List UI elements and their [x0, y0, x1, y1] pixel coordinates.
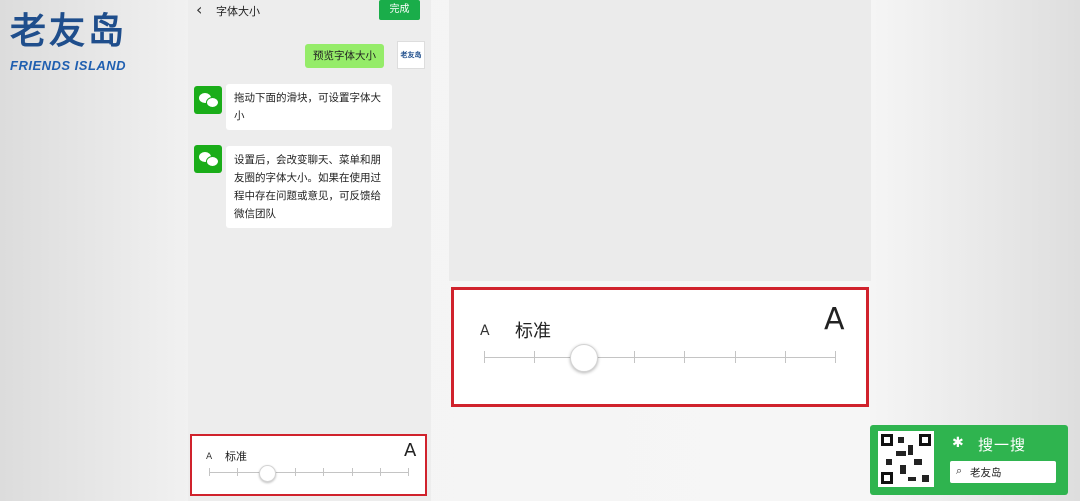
- slider-tick: [237, 468, 238, 476]
- wechat-search-card: ✱ 搜一搜 ⌕ 老友岛: [870, 425, 1068, 495]
- slider-tick: [684, 351, 685, 363]
- search-icon: ⌕: [956, 464, 963, 477]
- logo-chinese: 老友岛: [10, 11, 128, 52]
- chat-message: 设置后，会改变聊天、菜单和朋友圈的字体大小。如果在使用过程中存在问题或意见，可反…: [226, 146, 392, 228]
- slider-tick: [534, 351, 535, 363]
- logo-english: FRIENDS ISLAND: [10, 58, 127, 73]
- font-size-slider-enlarged: A 标准 A: [451, 287, 869, 407]
- top-bar: ‹ 字体大小 完成: [188, 0, 431, 22]
- slider-tick: [634, 351, 635, 363]
- qr-code: [878, 431, 934, 487]
- content-panel: [449, 0, 871, 281]
- small-font-icon: A: [206, 452, 213, 462]
- slider-tick: [380, 468, 381, 476]
- slider-thumb[interactable]: [570, 344, 598, 372]
- small-font-icon: A: [480, 323, 490, 339]
- slider-tick: [209, 468, 210, 476]
- back-arrow-icon[interactable]: ‹: [196, 0, 202, 20]
- slider-tick: [295, 468, 296, 476]
- font-size-label: 标准: [515, 321, 551, 342]
- wechat-icon: [194, 86, 222, 114]
- large-font-icon: A: [404, 440, 417, 461]
- page-title: 字体大小: [216, 5, 260, 18]
- phone-screen: ‹ 字体大小 完成 预览字体大小 老友岛 拖动下面的滑块，可设置字体大小 设置后…: [188, 0, 431, 501]
- slider-tick: [735, 351, 736, 363]
- large-font-icon: A: [824, 302, 845, 337]
- slider-tick: [484, 351, 485, 363]
- chat-message: 拖动下面的滑块，可设置字体大小: [226, 84, 392, 130]
- brand-logo: 老友岛 FRIENDS ISLAND: [10, 11, 155, 74]
- preview-message: 预览字体大小: [305, 44, 384, 68]
- search-title: 搜一搜: [978, 436, 1027, 454]
- slider-track[interactable]: [484, 357, 836, 358]
- slider-track[interactable]: [209, 472, 409, 473]
- slider-tick: [835, 351, 836, 363]
- search-logo-icon: ✱: [952, 435, 964, 451]
- font-size-label: 标准: [225, 450, 247, 463]
- wechat-icon: [194, 145, 222, 173]
- search-query: 老友岛: [970, 467, 1002, 479]
- avatar: 老友岛: [397, 41, 425, 69]
- search-input[interactable]: ⌕ 老友岛: [950, 461, 1056, 483]
- slider-tick: [408, 468, 409, 476]
- font-size-slider-small: A 标准 A: [190, 434, 427, 496]
- slider-tick: [323, 468, 324, 476]
- slider-tick: [352, 468, 353, 476]
- slider-thumb[interactable]: [259, 465, 276, 482]
- slider-tick: [785, 351, 786, 363]
- done-button[interactable]: 完成: [379, 0, 420, 20]
